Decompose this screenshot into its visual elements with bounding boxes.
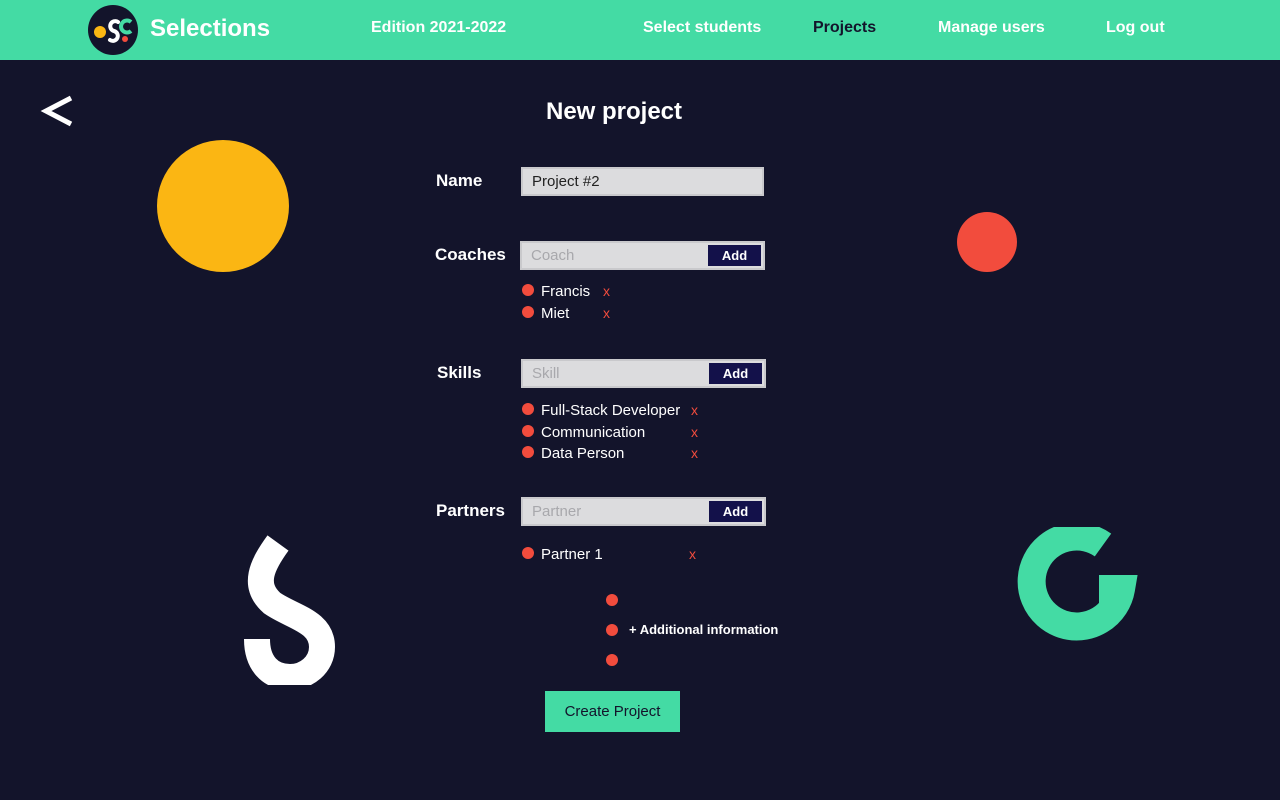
add-coach-button[interactable]: Add [708, 245, 761, 266]
decor-yellow-circle [157, 140, 289, 272]
decor-s-shape [244, 535, 336, 685]
partners-label: Partners [436, 501, 505, 520]
partner-name: Partner 1 [541, 546, 603, 563]
name-label: Name [436, 171, 483, 190]
nav-select-students[interactable]: Select students [643, 19, 761, 37]
additional-info-dot [606, 624, 618, 636]
remove-coach-button[interactable]: x [603, 283, 610, 299]
bullet-icon [522, 284, 534, 296]
create-project-button[interactable]: Create Project [545, 691, 680, 732]
remove-skill-button[interactable]: x [691, 402, 698, 418]
remove-skill-button[interactable]: x [691, 445, 698, 461]
page-title: New project [545, 98, 683, 125]
coach-list-item: Miet x [521, 304, 721, 324]
coach-name: Miet [541, 305, 570, 322]
bullet-icon [522, 403, 534, 415]
skill-name: Communication [541, 423, 646, 441]
remove-skill-button[interactable]: x [691, 424, 698, 440]
additional-info-link[interactable]: + Additional information [629, 622, 778, 637]
edition-link[interactable]: Edition 2021-2022 [371, 19, 506, 37]
top-navbar: Selections Edition 2021-2022 Select stud… [0, 0, 1280, 60]
add-skill-button[interactable]: Add [709, 363, 762, 384]
add-partner-button[interactable]: Add [709, 501, 762, 522]
skill-list-item: Full-Stack Developer x [521, 401, 721, 421]
decor-dot-bottom [606, 654, 618, 666]
bullet-icon [522, 424, 534, 437]
nav-projects[interactable]: Projects [813, 19, 876, 37]
partner-list-item: Partner 1 x [521, 545, 721, 565]
decor-red-circle [957, 212, 1017, 272]
skill-list-item: Data Person x [521, 444, 721, 464]
brand-title[interactable]: Selections [150, 15, 270, 43]
decor-c-shape [1017, 527, 1138, 641]
osoc-logo-icon[interactable] [88, 5, 138, 55]
skill-list-item: Communication x [521, 423, 721, 443]
bullet-icon [522, 547, 534, 559]
coach-name: Francis [541, 283, 591, 300]
coaches-label: Coaches [435, 245, 506, 264]
skills-label: Skills [437, 363, 482, 382]
bullet-icon [522, 306, 534, 318]
nav-log-out[interactable]: Log out [1106, 19, 1165, 37]
coach-list-item: Francis x [521, 282, 721, 302]
bullet-icon [522, 446, 534, 458]
skill-name: Data Person [541, 445, 625, 462]
name-input[interactable] [521, 167, 764, 196]
nav-manage-users[interactable]: Manage users [938, 19, 1045, 37]
skill-name: Full-Stack Developer [541, 402, 681, 419]
remove-partner-button[interactable]: x [689, 546, 696, 562]
remove-coach-button[interactable]: x [603, 305, 610, 321]
decor-dot-top [606, 594, 618, 606]
